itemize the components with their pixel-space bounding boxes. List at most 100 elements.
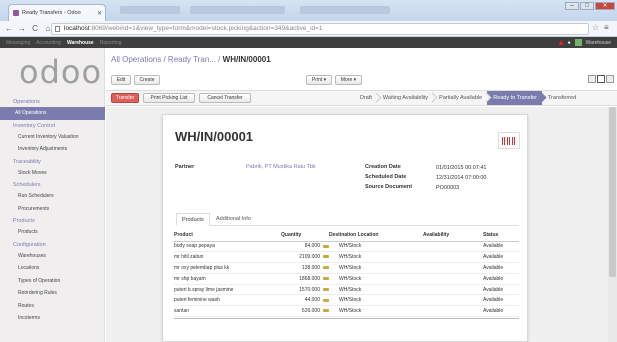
more-dropdown[interactable]: More ▾ [335,75,362,85]
alert-icon[interactable] [558,40,564,45]
sidebar-item[interactable]: Incoterms [0,312,105,325]
destination-cell: WH/Stock [329,284,423,296]
availability-cell [423,305,483,318]
create-button[interactable]: Create [134,75,160,85]
destination-cell-text: WH/Stock [339,264,362,271]
tab-products[interactable]: Products [176,213,210,226]
blurred-tab[interactable] [300,6,390,14]
sidebar-section-title: Inventory Control [13,122,55,129]
col-product[interactable]: Product [174,230,269,242]
quantity-cell: 2109.000 [269,251,329,264]
sidebar-item[interactable]: Locations [0,262,105,275]
table-row[interactable]: puteri feminine wash 44.000 WH/Stock Availa… [174,294,519,307]
table-row[interactable]: mr shp bayam 1868.000 WH/Stock Available [174,273,519,285]
col-availability[interactable]: Availability [423,230,483,242]
status-step[interactable]: Waiting Availability [377,91,438,105]
sidebar-item[interactable]: Routes [0,300,105,313]
scheduled-date-label: Scheduled Date [365,174,407,180]
avatar[interactable] [574,39,582,46]
col-destination[interactable]: Destination Location [329,230,423,242]
chat-icon[interactable]: ● [568,40,571,46]
sidebar-item[interactable]: Stock Moves [0,167,105,180]
quantity-cell: 84.000 [269,241,329,253]
blurred-tab[interactable] [190,6,285,14]
cancel-transfer-button[interactable]: Cancel Transfer [199,93,251,103]
print-dropdown[interactable]: Print ▾ [306,75,332,85]
product-cell-text: mr shp bayam [174,275,206,282]
user-menu[interactable]: Warehouse [586,40,611,46]
sidebar-item[interactable]: Procurements [0,203,105,216]
product-cell-text: mr oxy pelembap plus kk [174,264,230,271]
destination-cell: WH/Stock [329,294,423,307]
close-window-icon[interactable]: ✕ [595,2,615,10]
col-status[interactable]: Status [483,230,519,242]
table-row[interactable]: santan 526.000 WH/Stock Available [174,305,519,318]
destination-cell-text: WH/Stock [339,243,362,250]
availability-cell [423,241,483,253]
sidebar-item[interactable]: Inventory Adjustments [0,143,105,156]
back-icon[interactable]: ← [5,24,13,33]
quantity-cell-text: 1868.000 [299,275,320,282]
print-picking-list-button[interactable]: Print Picking List [143,93,195,103]
truck-icon [323,255,329,259]
quantity-cell-text: 138.000 [301,264,320,271]
scrollbar[interactable] [608,107,617,342]
sidebar-item[interactable]: Reordering Rules [0,287,105,300]
nav-messaging[interactable]: Messaging [6,40,30,46]
table-row[interactable]: mr hitil zaitun 2109.000 WH/Stock Available [174,251,519,264]
blurred-tab[interactable] [120,6,180,14]
view-switcher [588,75,614,83]
status-cell: Available [483,284,519,296]
products-table: Product Quantity Destination Location Av… [174,230,519,318]
status-step[interactable]: Ready to Transfer [487,91,547,105]
sidebar-item[interactable]: Run Schedulers [0,190,105,203]
sidebar-item[interactable]: Products [0,226,105,239]
sidebar-item[interactable]: Warehouses [0,250,105,263]
page-icon [55,26,60,32]
destination-cell: WH/Stock [329,241,423,253]
table-header-row: Product Quantity Destination Location Av… [174,230,519,242]
product-cell: mr shp bayam [174,273,269,285]
status-step[interactable]: Draft [354,91,382,105]
product-cell: mr oxy pelembap plus kk [174,262,269,274]
list-view-icon[interactable] [588,75,596,83]
status-header: Transfer Print Picking List Cancel Trans… [106,90,617,106]
col-quantity[interactable]: Quantity [269,230,329,242]
transfer-button[interactable]: Transfer [111,93,139,103]
table-row[interactable]: puteri b.spray lime jasmine 1570.000 WH/St… [174,284,519,296]
status-step[interactable]: Transferred [542,91,581,105]
browser-menu-icon[interactable]: ≡ [604,23,609,32]
availability-cell [423,294,483,307]
breadcrumb-parent[interactable]: All Operations / Ready Tran... [111,55,216,64]
url-input[interactable]: localhost:8069/web#id=1&view_type=form&m… [51,23,589,35]
scrollbar-thumb[interactable] [609,107,616,277]
partner-value[interactable]: Pabrik, PT Mustika Ratu Tbk [246,164,316,170]
status-step-label: Waiting Availability [382,95,429,101]
bookmark-star-icon[interactable]: ☆ [592,23,599,32]
sidebar-section-title: Products [13,218,35,224]
nav-warehouse[interactable]: Warehouse [67,40,94,46]
browser-tab[interactable]: Ready Transfers - Odoo ✕ [8,4,106,21]
tab-additional-info[interactable]: Additional Info [211,213,256,226]
table-row[interactable]: mr oxy pelembap plus kk 138.000 WH/Stock Av… [174,262,519,274]
forward-icon[interactable]: → [18,24,26,33]
sidebar-item[interactable]: Types of Operation [0,275,105,288]
browser-tab-title: Ready Transfers - Odoo [22,10,81,16]
nav-accounting[interactable]: Accounting [36,40,61,46]
edit-button[interactable]: Edit [111,75,131,85]
status-step[interactable]: Partially Available [433,91,492,105]
truck-icon [323,298,329,302]
form-view-icon[interactable] [597,75,605,83]
kanban-view-icon[interactable] [606,75,614,83]
sidebar-item[interactable]: All Operations [0,107,105,120]
odoo-logo[interactable]: odoo [19,55,102,89]
maximize-icon[interactable]: □ [580,2,594,10]
table-row[interactable]: body soap pepaya 84.000 WH/Stock Available [174,241,519,253]
close-tab-icon[interactable]: ✕ [97,10,102,17]
breadcrumb-current: WH/IN/00001 [222,55,271,64]
sidebar-menu: Operations All Operations Inventory Contro… [0,96,105,325]
minimize-icon[interactable]: – [565,2,579,10]
sidebar-item[interactable]: Current Inventory Valuation [0,131,105,144]
reload-icon[interactable]: C [31,24,39,33]
nav-reporting[interactable]: Reporting [100,40,122,46]
